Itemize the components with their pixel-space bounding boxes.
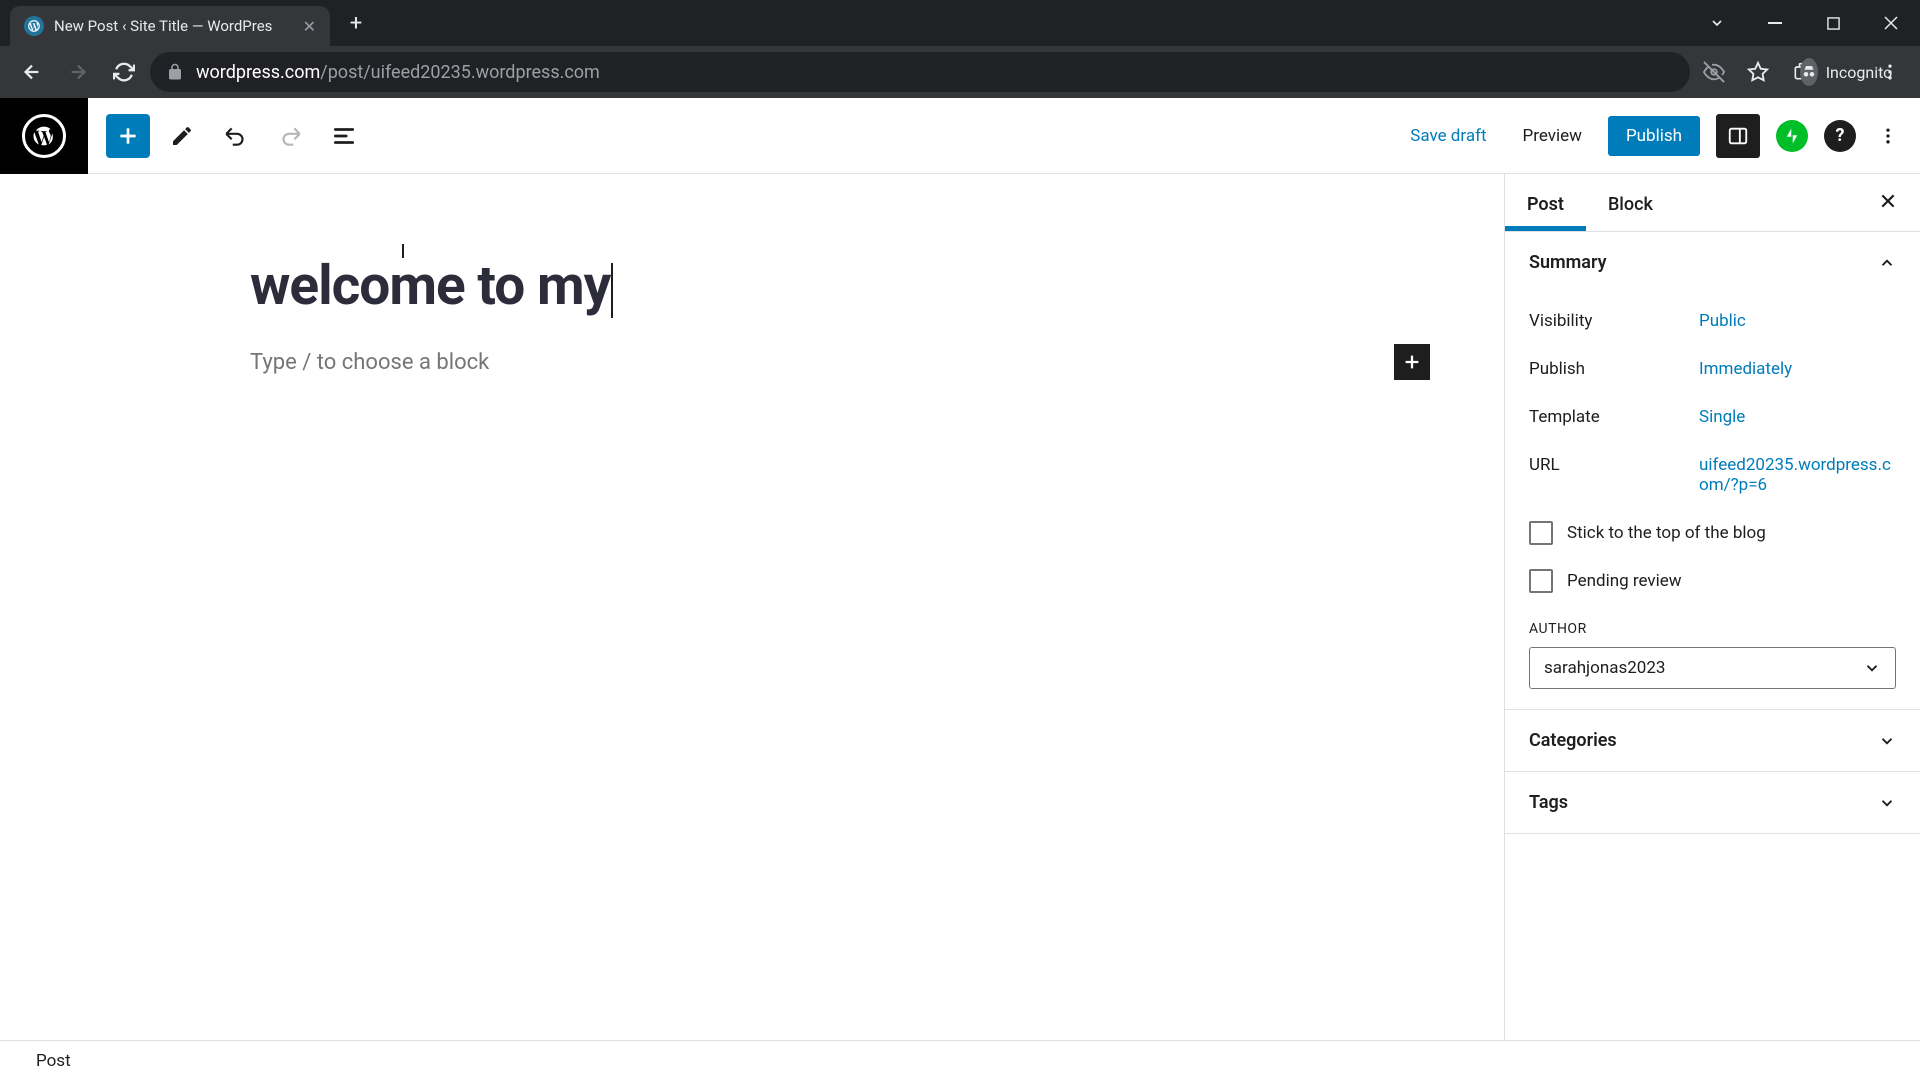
tab-search-icon[interactable] — [1688, 3, 1746, 43]
maximize-window-icon[interactable] — [1804, 3, 1862, 43]
new-tab-button[interactable]: + — [338, 5, 374, 41]
author-heading: AUTHOR — [1529, 621, 1896, 637]
url-value[interactable]: uifeed20235.wordpress.com/?p=6 — [1699, 455, 1896, 495]
post-title-input[interactable]: welcome to my — [250, 254, 613, 318]
editor-header: Save draft Preview Publish ? — [0, 98, 1920, 174]
lock-icon — [166, 63, 184, 81]
help-button[interactable]: ? — [1824, 120, 1856, 152]
chevron-down-icon — [1878, 794, 1896, 812]
save-draft-button[interactable]: Save draft — [1400, 118, 1496, 154]
settings-sidebar-toggle[interactable] — [1716, 114, 1760, 158]
incognito-badge[interactable]: Incognito — [1828, 54, 1864, 90]
inline-add-block-button[interactable] — [1394, 344, 1430, 380]
author-select[interactable]: sarahjonas2023 — [1529, 647, 1896, 689]
publish-value[interactable]: Immediately — [1699, 359, 1896, 379]
panel-tags-header[interactable]: Tags — [1505, 772, 1920, 833]
template-value[interactable]: Single — [1699, 407, 1896, 427]
jetpack-button[interactable] — [1776, 120, 1808, 152]
wordpress-favicon — [24, 16, 44, 36]
breadcrumb[interactable]: Post — [36, 1051, 71, 1071]
browser-tab[interactable]: New Post ‹ Site Title — WordPres ✕ — [10, 6, 330, 46]
preview-button[interactable]: Preview — [1513, 118, 1592, 154]
tab-post[interactable]: Post — [1505, 174, 1586, 231]
editor-canvas[interactable]: welcome to my Type / to choose a block — [0, 174, 1504, 1040]
bookmark-star-icon[interactable] — [1740, 54, 1776, 90]
insertion-mark — [402, 244, 404, 258]
panel-tags: Tags — [1505, 772, 1920, 834]
publish-label: Publish — [1529, 359, 1699, 379]
close-window-icon[interactable] — [1862, 3, 1920, 43]
stick-top-label: Stick to the top of the blog — [1567, 523, 1766, 543]
url-label: URL — [1529, 455, 1699, 495]
back-button[interactable] — [12, 52, 52, 92]
tab-block[interactable]: Block — [1586, 174, 1675, 231]
panel-summary-header[interactable]: Summary — [1505, 232, 1920, 293]
panel-categories-header[interactable]: Categories — [1505, 710, 1920, 771]
url-text: wordpress.com/post/uifeed20235.wordpress… — [196, 62, 600, 83]
forward-button — [58, 52, 98, 92]
incognito-icon — [1800, 58, 1818, 86]
panel-summary-title: Summary — [1529, 252, 1607, 273]
template-label: Template — [1529, 407, 1699, 427]
text-cursor — [611, 263, 613, 318]
tab-title: New Post ‹ Site Title — WordPres — [54, 17, 293, 35]
author-value: sarahjonas2023 — [1544, 658, 1665, 678]
reload-button[interactable] — [104, 52, 144, 92]
minimize-window-icon[interactable] — [1746, 3, 1804, 43]
redo-button — [268, 114, 312, 158]
edit-tool-button[interactable] — [160, 114, 204, 158]
stick-top-checkbox[interactable] — [1529, 521, 1553, 545]
browser-menu-icon[interactable] — [1872, 54, 1908, 90]
pending-review-label: Pending review — [1567, 571, 1682, 591]
address-bar[interactable]: wordpress.com/post/uifeed20235.wordpress… — [150, 52, 1690, 92]
block-placeholder[interactable]: Type / to choose a block — [250, 350, 1394, 375]
chevron-down-icon — [1863, 659, 1881, 677]
publish-button[interactable]: Publish — [1608, 116, 1700, 156]
document-overview-button[interactable] — [322, 114, 366, 158]
undo-button[interactable] — [214, 114, 258, 158]
visibility-label: Visibility — [1529, 311, 1699, 331]
chevron-down-icon — [1878, 732, 1896, 750]
panel-summary: Summary Visibility Public Publish Immedi… — [1505, 232, 1920, 710]
visibility-value[interactable]: Public — [1699, 311, 1896, 331]
eye-off-icon[interactable] — [1696, 54, 1732, 90]
pending-review-checkbox[interactable] — [1529, 569, 1553, 593]
more-options-button[interactable] — [1872, 114, 1904, 158]
close-tab-icon[interactable]: ✕ — [303, 17, 316, 36]
panel-categories: Categories — [1505, 710, 1920, 772]
panel-categories-title: Categories — [1529, 730, 1617, 751]
panel-tags-title: Tags — [1529, 792, 1568, 813]
add-block-button[interactable] — [106, 114, 150, 158]
status-bar: Post — [0, 1040, 1920, 1080]
close-sidebar-button[interactable]: ✕ — [1870, 185, 1906, 221]
settings-sidebar: Post Block ✕ Summary Visibility Public P… — [1504, 174, 1920, 1040]
chevron-up-icon — [1878, 254, 1896, 272]
wordpress-logo[interactable] — [0, 98, 88, 174]
